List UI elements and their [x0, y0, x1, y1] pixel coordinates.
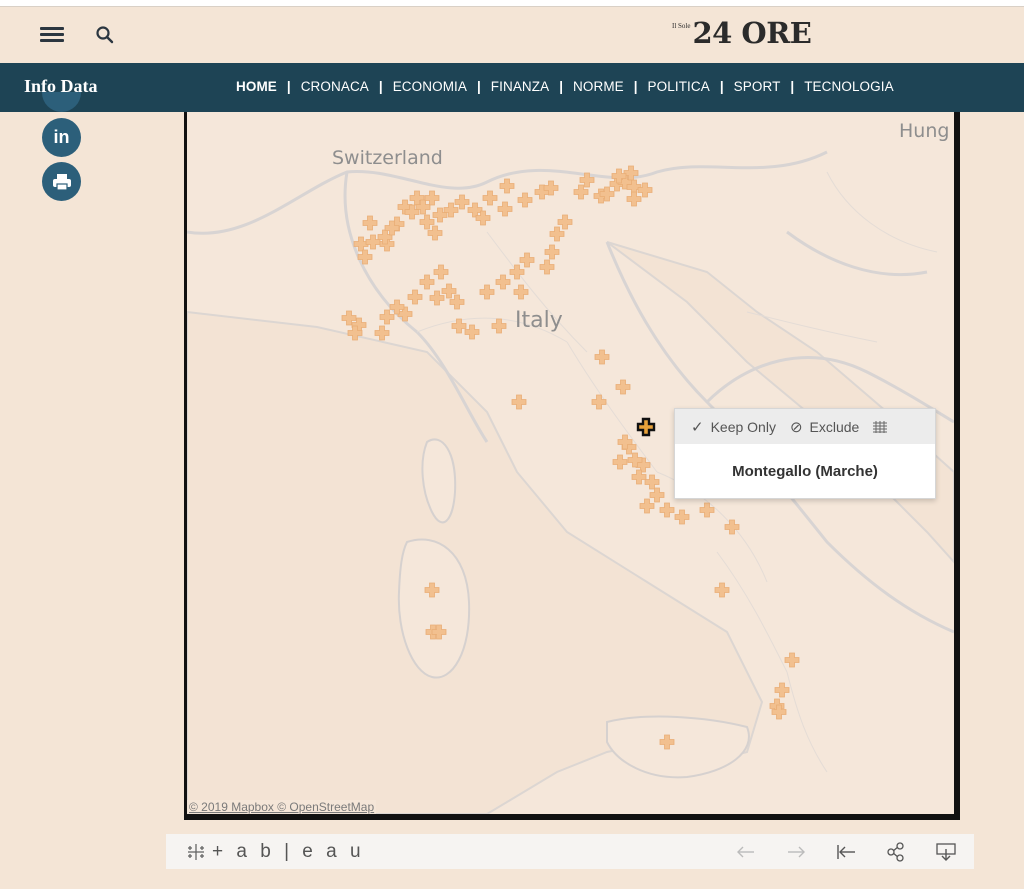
- print-button[interactable]: [42, 162, 81, 201]
- nav-separator: |: [559, 79, 564, 94]
- nav-item-home[interactable]: HOME: [228, 79, 285, 94]
- undo-icon: [737, 846, 754, 858]
- top-border: [0, 0, 1024, 7]
- map-tooltip: ✓ Keep Only ⊘ Exclude Montegallo (Marche…: [674, 408, 936, 499]
- nav-item-finanza[interactable]: FINANZA: [483, 79, 557, 94]
- download-button[interactable]: [932, 838, 960, 866]
- menu-icon[interactable]: [40, 25, 64, 45]
- nav-separator: |: [378, 79, 383, 94]
- nav-item-tecnologia[interactable]: TECNOLOGIA: [796, 79, 902, 94]
- undo-button[interactable]: [732, 838, 760, 866]
- tableau-controls: [710, 838, 960, 866]
- share-icon: [887, 842, 904, 862]
- nav-item-economia[interactable]: ECONOMIA: [385, 79, 475, 94]
- nav-separator: |: [477, 79, 481, 94]
- revert-icon: [837, 845, 855, 859]
- print-icon: [52, 173, 71, 191]
- keep-only-label: Keep Only: [710, 418, 776, 435]
- keep-only-button[interactable]: ✓ Keep Only: [691, 418, 776, 436]
- tooltip-actions: ✓ Keep Only ⊘ Exclude: [675, 409, 935, 444]
- nav-item-norme[interactable]: NORME: [565, 79, 632, 94]
- tooltip-place-name: Montegallo (Marche): [732, 463, 878, 480]
- nav-item-cronaca[interactable]: CRONACA: [293, 79, 377, 94]
- tableau-logo[interactable]: + a b | e a u: [186, 841, 365, 863]
- redo-icon: [788, 846, 805, 858]
- tableau-logo-text: + a b | e a u: [212, 840, 365, 862]
- map-label-hungary: Hung: [899, 120, 949, 142]
- site-logo[interactable]: Il Sole 24 ORE: [672, 15, 812, 55]
- map-label-switzerland: Switzerland: [332, 147, 443, 169]
- exclude-label: Exclude: [809, 418, 860, 435]
- nav-separator: |: [286, 79, 291, 94]
- redo-button[interactable]: [782, 838, 810, 866]
- exclude-button[interactable]: ⊘ Exclude: [790, 418, 859, 436]
- nav-item-politica[interactable]: POLITICA: [640, 79, 718, 94]
- map-label-italy: Italy: [515, 308, 563, 333]
- tableau-logo-icon: [188, 843, 204, 860]
- exclude-icon: ⊘: [789, 418, 803, 436]
- logo-big-text: 24 ORE: [692, 16, 812, 50]
- linkedin-icon: in: [53, 127, 70, 147]
- tableau-toolbar: + a b | e a u: [166, 834, 974, 869]
- download-icon: [936, 843, 956, 861]
- nav-separator: |: [633, 79, 638, 94]
- nav-separator: |: [719, 79, 724, 94]
- logo-small-text: Il Sole: [672, 22, 691, 30]
- linkedin-share-button[interactable]: in: [42, 118, 81, 157]
- masthead: Il Sole 24 ORE: [0, 7, 1024, 63]
- nav-item-sport[interactable]: SPORT: [726, 79, 789, 94]
- check-icon: ✓: [691, 418, 704, 436]
- nav-items: HOME | CRONACA | ECONOMIA | FINANZA | NO…: [228, 79, 902, 94]
- nav-separator: |: [790, 79, 795, 94]
- share-button[interactable]: [882, 838, 910, 866]
- main-navbar: Info Data HOME | CRONACA | ECONOMIA | FI…: [0, 63, 1024, 112]
- map-attribution[interactable]: © 2019 Mapbox © OpenStreetMap: [187, 800, 377, 814]
- search-icon[interactable]: [94, 24, 116, 46]
- view-data-button[interactable]: [873, 420, 888, 433]
- view-data-icon: [873, 420, 888, 433]
- revert-button[interactable]: [832, 838, 860, 866]
